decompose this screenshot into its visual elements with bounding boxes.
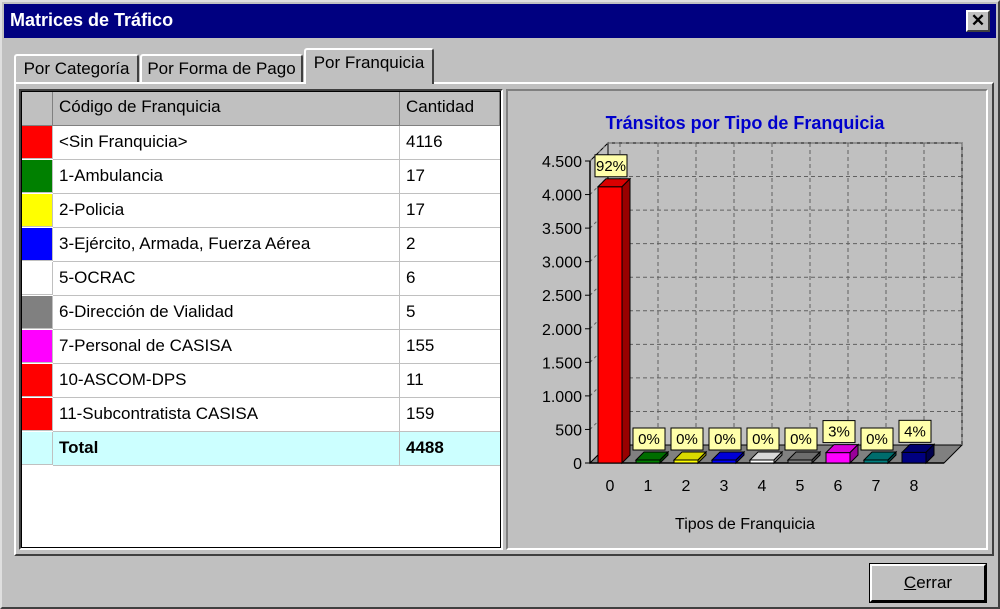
bar-chart: Tránsitos por Tipo de Franquicia 0 500 1.00… [542, 113, 964, 533]
cell-codigo[interactable]: 6-Dirección de Vialidad [53, 296, 400, 330]
cell-codigo[interactable]: 5-OCRAC [53, 262, 400, 296]
table-row[interactable]: 5-OCRAC 6 [22, 262, 500, 296]
color-swatch [22, 364, 53, 397]
column-header-codigo[interactable]: Código de Franquicia [53, 92, 400, 126]
y-tick-label: 3.500 [542, 221, 582, 238]
tab-label: Por Categoría [23, 59, 130, 78]
y-tick-label: 1.500 [542, 355, 582, 372]
cell-cantidad[interactable]: 155 [400, 330, 500, 364]
data-label: 0% [790, 431, 812, 448]
y-tick-label: 4.500 [542, 154, 582, 171]
data-label: 3% [828, 424, 850, 441]
x-tick-label: 4 [758, 478, 767, 495]
bar-side [621, 177, 631, 465]
window-title: Matrices de Tráfico [10, 10, 174, 30]
y-tick-label: 3.000 [542, 255, 582, 272]
cell-codigo[interactable]: 2-Policia [53, 194, 400, 228]
total-label: Total [53, 432, 400, 466]
y-tick-label: 0 [573, 456, 582, 473]
table-row[interactable]: 11-Subcontratista CASISA 159 [22, 398, 500, 432]
chart-panel: Tránsitos por Tipo de Franquicia 0 500 1.00… [506, 89, 988, 550]
data-label: 0% [714, 431, 736, 448]
x-tick-label: 7 [872, 478, 881, 495]
cell-cantidad[interactable]: 4116 [400, 126, 500, 160]
color-swatch [22, 160, 53, 193]
table-row[interactable]: <Sin Franquicia> 4116 [22, 126, 500, 160]
x-tick-label: 5 [796, 478, 805, 495]
total-swatch [22, 432, 53, 465]
data-label: 92% [596, 158, 626, 175]
cell-codigo[interactable]: 3-Ejército, Armada, Fuerza Aérea [53, 228, 400, 262]
color-swatch [22, 296, 53, 329]
table-row[interactable]: 10-ASCOM-DPS 11 [22, 364, 500, 398]
table-row[interactable]: 1-Ambulancia 17 [22, 160, 500, 194]
color-swatch [22, 126, 53, 159]
cell-cantidad[interactable]: 5 [400, 296, 500, 330]
color-swatch [22, 262, 53, 295]
data-label: 0% [638, 431, 660, 448]
cell-cantidad[interactable]: 6 [400, 262, 500, 296]
x-tick-label: 0 [606, 478, 615, 495]
y-tick-label: 500 [555, 422, 582, 439]
row-header-corner [22, 92, 53, 126]
bar [597, 186, 623, 464]
table-row[interactable]: 3-Ejército, Armada, Fuerza Aérea 2 [22, 228, 500, 262]
table-row[interactable]: 6-Dirección de Vialidad 5 [22, 296, 500, 330]
y-tick-label: 1.000 [542, 389, 582, 406]
cell-codigo[interactable]: 11-Subcontratista CASISA [53, 398, 400, 432]
chart-title: Tránsitos por Tipo de Franquicia [606, 113, 886, 133]
bar [901, 451, 927, 464]
x-tick-label: 3 [720, 478, 729, 495]
x-tick-label: 1 [644, 478, 653, 495]
dialog-window: Matrices de Tráfico ✕ Por Categoría Por … [0, 0, 1000, 609]
title-bar: Matrices de Tráfico ✕ [4, 4, 996, 38]
x-tick-label: 6 [834, 478, 843, 495]
close-button-label: Cerrar [903, 573, 953, 592]
cell-cantidad[interactable]: 11 [400, 364, 500, 398]
y-tick-label: 2.000 [542, 322, 582, 339]
tab-por-franquicia[interactable]: Por Franquicia [304, 48, 434, 84]
color-swatch [22, 398, 53, 431]
color-swatch [22, 228, 53, 261]
column-header-cantidad[interactable]: Cantidad [400, 92, 500, 126]
close-icon[interactable]: ✕ [966, 10, 990, 32]
y-tick-label: 2.500 [542, 288, 582, 305]
cell-cantidad[interactable]: 159 [400, 398, 500, 432]
tab-label: Por Franquicia [313, 53, 425, 72]
data-label: 0% [752, 431, 774, 448]
table-row[interactable]: 2-Policia 17 [22, 194, 500, 228]
cell-cantidad[interactable]: 17 [400, 160, 500, 194]
cell-codigo[interactable]: <Sin Franquicia> [53, 126, 400, 160]
color-swatch [22, 330, 53, 363]
close-button[interactable]: Cerrar [869, 563, 987, 603]
table-row[interactable]: 7-Personal de CASISA 155 [22, 330, 500, 364]
x-tick-label: 2 [682, 478, 691, 495]
y-tick-label: 4.000 [542, 188, 582, 205]
franchise-table[interactable]: Código de Franquicia Cantidad <Sin Franq… [19, 89, 503, 550]
data-label: 4% [904, 423, 926, 440]
tab-label: Por Forma de Pago [147, 59, 296, 78]
data-label: 0% [866, 431, 888, 448]
cell-cantidad[interactable]: 17 [400, 194, 500, 228]
total-value: 4488 [400, 432, 500, 466]
cell-codigo[interactable]: 7-Personal de CASISA [53, 330, 400, 364]
x-tick-label: 8 [910, 478, 919, 495]
bar [825, 452, 851, 464]
cell-codigo[interactable]: 10-ASCOM-DPS [53, 364, 400, 398]
total-row[interactable]: Total 4488 [22, 432, 500, 466]
cell-codigo[interactable]: 1-Ambulancia [53, 160, 400, 194]
chart-back-wall [607, 142, 963, 446]
color-swatch [22, 194, 53, 227]
cell-cantidad[interactable]: 2 [400, 228, 500, 262]
data-label: 0% [676, 431, 698, 448]
x-axis-title: Tipos de Franquicia [675, 516, 815, 533]
